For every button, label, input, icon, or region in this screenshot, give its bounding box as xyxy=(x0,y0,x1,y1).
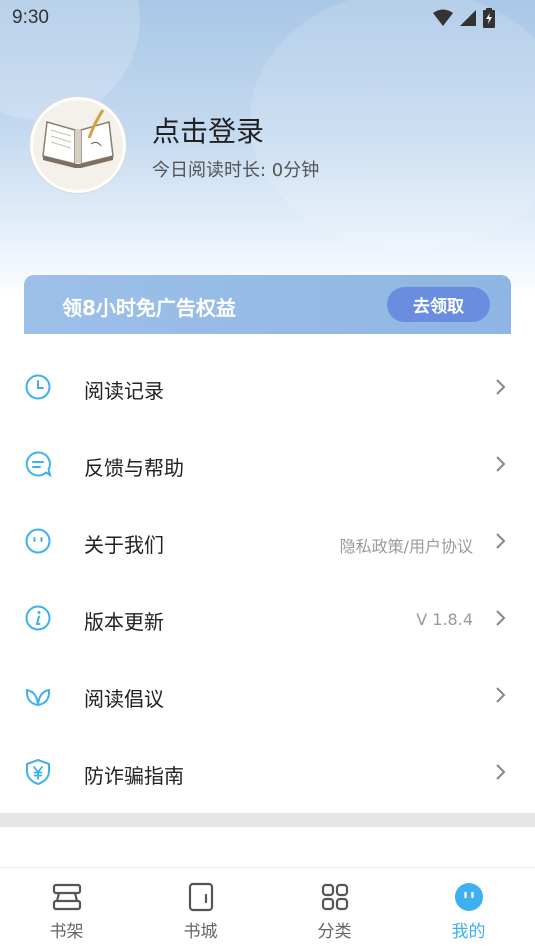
shield-yuan-icon xyxy=(26,759,50,785)
privacy-policy-link[interactable]: 隐私政策/用户协议 xyxy=(340,533,473,557)
login-prompt[interactable]: 点击登录 xyxy=(152,110,264,150)
menu-item-version-update[interactable]: 版本更新 V 1.8.4 xyxy=(0,580,535,657)
tab-label: 书城 xyxy=(183,922,218,942)
menu-item-anti-fraud-guide[interactable]: 防诈骗指南 xyxy=(0,734,535,811)
menu-item-label: 关于我们 xyxy=(84,533,164,557)
menu-item-label: 反馈与帮助 xyxy=(84,456,184,480)
menu-item-label: 阅读记录 xyxy=(84,379,164,403)
clock-icon xyxy=(25,374,51,400)
bottom-tab-bar: 书架 书城 分类 我的 xyxy=(0,867,535,952)
tab-bookstore[interactable]: 书城 xyxy=(134,868,267,952)
grid-categories-icon xyxy=(321,883,348,911)
profile-face-icon xyxy=(454,883,483,911)
leaf-icon xyxy=(25,689,51,706)
claim-button[interactable]: 去领取 xyxy=(387,287,490,322)
smiley-face-icon xyxy=(25,528,51,554)
wifi-icon xyxy=(433,9,453,26)
tab-categories[interactable]: 分类 xyxy=(268,868,401,952)
book-store-icon xyxy=(188,882,213,912)
chevron-right-icon xyxy=(496,610,506,626)
menu-item-about-us[interactable]: 关于我们 隐私政策/用户协议 xyxy=(0,503,535,580)
chat-bubble-icon xyxy=(25,451,52,478)
menu-item-reading-initiative[interactable]: 阅读倡议 xyxy=(0,657,535,734)
info-icon xyxy=(25,605,51,631)
decorative-circle xyxy=(250,0,535,250)
battery-icon xyxy=(483,8,495,28)
status-icons xyxy=(433,8,495,28)
tab-label: 书架 xyxy=(49,922,84,942)
menu-item-label: 防诈骗指南 xyxy=(84,764,184,788)
tab-label: 我的 xyxy=(451,922,486,942)
status-time: 9:30 xyxy=(12,7,49,28)
tab-mine[interactable]: 我的 xyxy=(402,868,535,952)
menu-item-label: 阅读倡议 xyxy=(84,687,164,711)
promo-text: 领8小时免广告权益 xyxy=(62,296,236,320)
tab-bookshelf[interactable]: 书架 xyxy=(0,868,133,952)
chevron-right-icon xyxy=(496,379,506,395)
tab-label: 分类 xyxy=(317,922,352,942)
menu-item-feedback[interactable]: 反馈与帮助 xyxy=(0,426,535,503)
open-book-icon xyxy=(33,100,123,190)
chevron-right-icon xyxy=(496,764,506,780)
chevron-right-icon xyxy=(496,687,506,703)
avatar[interactable] xyxy=(30,97,126,193)
bookshelf-icon xyxy=(52,883,81,911)
status-bar: 9:30 xyxy=(0,0,535,36)
menu-item-reading-history[interactable]: 阅读记录 xyxy=(0,349,535,426)
ad-free-promo-banner[interactable]: 领8小时免广告权益 去领取 xyxy=(24,275,511,334)
section-divider xyxy=(0,813,535,827)
chevron-right-icon xyxy=(496,533,506,549)
settings-menu: 阅读记录 反馈与帮助 关于我们 隐私政策/用户协议 版本更新 V 1.8.4 阅… xyxy=(0,349,535,811)
chevron-right-icon xyxy=(496,456,506,472)
menu-item-label: 版本更新 xyxy=(84,610,164,634)
reading-duration-text: 今日阅读时长: 0分钟 xyxy=(152,160,320,181)
version-number: V 1.8.4 xyxy=(416,610,473,629)
cellular-signal-icon xyxy=(460,10,476,26)
